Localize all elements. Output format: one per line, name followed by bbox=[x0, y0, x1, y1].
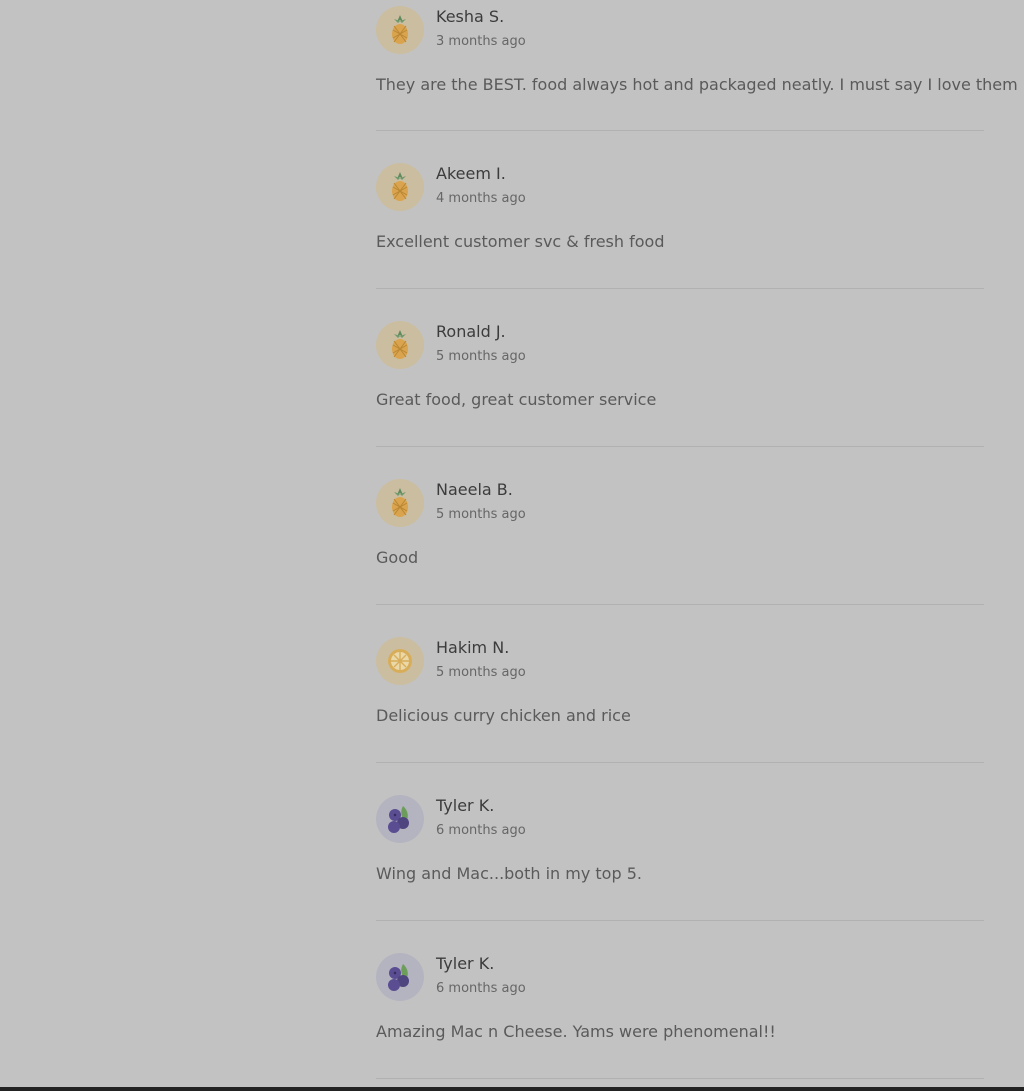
review-time: 6 months ago bbox=[436, 823, 526, 838]
review-text: Delicious curry chicken and rice bbox=[376, 706, 631, 725]
review-item: Kesha S. 3 months ago They are the BEST.… bbox=[376, 0, 1018, 131]
review-text: Excellent customer svc & fresh food bbox=[376, 232, 665, 251]
reviewer-name: Akeem I. bbox=[436, 164, 506, 183]
review-time: 5 months ago bbox=[436, 665, 526, 680]
review-item: Naeela B. 5 months ago Good bbox=[376, 447, 984, 605]
review-text: Great food, great customer service bbox=[376, 390, 657, 409]
review-item: Tyler K. 6 months ago Amazing Mac n Chee… bbox=[376, 921, 984, 1079]
blueberry-icon bbox=[376, 795, 424, 843]
review-time: 4 months ago bbox=[436, 191, 526, 206]
reviewer-name: Tyler K. bbox=[436, 954, 495, 973]
review-item: Hakim N. 5 months ago Delicious curry ch… bbox=[376, 605, 984, 763]
pineapple-icon bbox=[376, 479, 424, 527]
pineapple-icon bbox=[376, 6, 424, 54]
reviewer-name: Naeela B. bbox=[436, 480, 513, 499]
review-time: 5 months ago bbox=[436, 349, 526, 364]
review-text: Amazing Mac n Cheese. Yams were phenomen… bbox=[376, 1022, 776, 1041]
lemon-icon bbox=[376, 637, 424, 685]
pineapple-icon bbox=[376, 163, 424, 211]
reviewer-name: Hakim N. bbox=[436, 638, 510, 657]
review-time: 6 months ago bbox=[436, 981, 526, 996]
review-item: Ronald J. 5 months ago Great food, great… bbox=[376, 289, 984, 447]
review-text: They are the BEST. food always hot and p… bbox=[376, 75, 1018, 94]
bottom-divider bbox=[0, 1087, 1024, 1091]
review-text: Wing and Mac...both in my top 5. bbox=[376, 864, 642, 883]
reviews-list: Kesha S. 3 months ago They are the BEST.… bbox=[376, 0, 1018, 1079]
pineapple-icon bbox=[376, 321, 424, 369]
review-text: Good bbox=[376, 548, 419, 567]
reviewer-name: Tyler K. bbox=[436, 796, 495, 815]
reviewer-name: Ronald J. bbox=[436, 322, 506, 341]
review-time: 3 months ago bbox=[436, 34, 526, 49]
review-item: Akeem I. 4 months ago Excellent customer… bbox=[376, 131, 984, 289]
reviewer-name: Kesha S. bbox=[436, 7, 505, 26]
review-item: Tyler K. 6 months ago Wing and Mac...bot… bbox=[376, 763, 984, 921]
review-time: 5 months ago bbox=[436, 507, 526, 522]
blueberry-icon bbox=[376, 953, 424, 1001]
